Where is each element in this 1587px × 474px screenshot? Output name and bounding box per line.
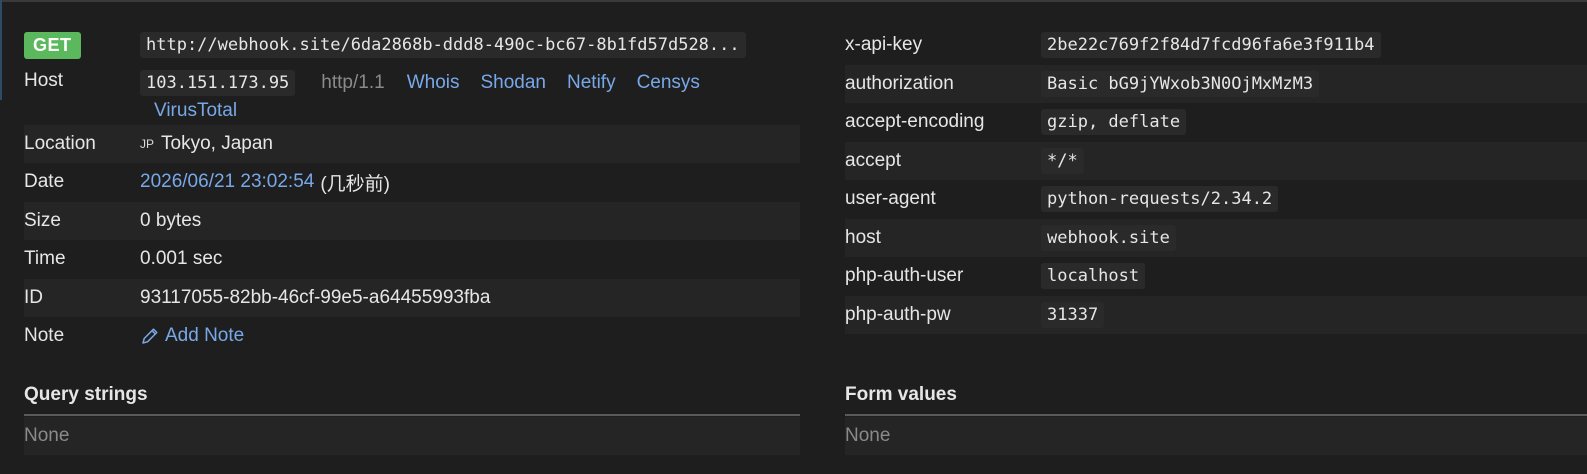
protocol: http/1.1 <box>321 71 385 93</box>
header-row: accept-encoding gzip, deflate <box>845 103 1587 142</box>
header-key: accept-encoding <box>845 111 985 133</box>
header-value[interactable]: */* <box>1041 147 1084 174</box>
header-row: host webhook.site <box>845 218 1587 257</box>
host-row: Host 103.151.173.95 http/1.1 Whois Shoda… <box>24 65 800 125</box>
time-row: Time 0.001 sec <box>24 240 800 279</box>
query-strings-none: None <box>24 425 70 446</box>
header-key: php-auth-pw <box>845 303 951 325</box>
header-row: accept */* <box>845 141 1587 180</box>
size-label: Size <box>24 209 61 231</box>
size-row: Size 0 bytes <box>24 201 800 240</box>
note-row: Note Add Note <box>24 317 800 356</box>
date-row: Date 2026/06/21 23:02:54 (几秒前) <box>24 163 800 202</box>
date-label: Date <box>24 171 65 193</box>
header-value[interactable]: webhook.site <box>1041 224 1176 251</box>
note-label: Note <box>24 325 65 347</box>
query-strings-section: Query strings None <box>24 384 800 455</box>
location-value: Tokyo, Japan <box>161 132 273 154</box>
header-value[interactable]: localhost <box>1041 263 1146 290</box>
id-row: ID 93117055-82bb-46cf-99e5-a64455993fba <box>24 278 800 317</box>
header-row: php-auth-user localhost <box>845 257 1587 296</box>
header-key: x-api-key <box>845 34 923 56</box>
location-row: Location JP Tokyo, Japan <box>24 124 800 163</box>
query-strings-title: Query strings <box>24 384 800 416</box>
date-relative: (几秒前) <box>320 173 390 195</box>
censys-link[interactable]: Censys <box>637 72 700 94</box>
header-value[interactable]: python-requests/2.34.2 <box>1041 186 1279 213</box>
location-label: Location <box>24 132 96 154</box>
method-cell: GET <box>24 31 140 59</box>
shodan-link[interactable]: Shodan <box>480 72 546 94</box>
pencil-icon <box>142 328 158 344</box>
form-values-none: None <box>845 425 891 446</box>
query-strings-empty: None <box>24 417 800 455</box>
header-value[interactable]: Basic bG9jYWxob3N0OjMxMzM3 <box>1041 70 1320 97</box>
add-note-label: Add Note <box>165 325 245 347</box>
header-value[interactable]: 31337 <box>1041 301 1105 328</box>
header-key: php-auth-user <box>845 265 964 287</box>
header-row: x-api-key 2be22c769f2f84d7fcd96fa6e3f911… <box>845 26 1587 65</box>
header-row: php-auth-pw 31337 <box>845 295 1587 334</box>
header-key: accept <box>845 149 901 171</box>
form-values-section: Form values None <box>845 384 1587 455</box>
time-value: 0.001 sec <box>140 248 223 270</box>
header-key: authorization <box>845 72 954 94</box>
top-border <box>0 0 1587 2</box>
request-details: GET http://webhook.site/6da2868b-ddd8-49… <box>24 26 800 356</box>
id-value: 93117055-82bb-46cf-99e5-a64455993fba <box>140 286 491 308</box>
header-value[interactable]: 2be22c769f2f84d7fcd96fa6e3f911b4 <box>1041 32 1381 59</box>
virustotal-link[interactable]: VirusTotal <box>154 100 237 122</box>
date-link[interactable]: 2026/06/21 23:02:54 <box>140 171 314 193</box>
header-row: user-agent python-requests/2.34.2 <box>845 180 1587 219</box>
request-line-row: GET http://webhook.site/6da2868b-ddd8-49… <box>24 26 800 65</box>
headers-table: x-api-key 2be22c769f2f84d7fcd96fa6e3f911… <box>845 26 1587 334</box>
header-key: host <box>845 226 881 248</box>
host-ip[interactable]: 103.151.173.95 <box>140 69 296 96</box>
whois-link[interactable]: Whois <box>407 72 460 94</box>
header-value[interactable]: gzip, deflate <box>1041 109 1187 136</box>
netify-link[interactable]: Netify <box>567 72 616 94</box>
flag-icon: JP <box>140 136 155 151</box>
host-label: Host <box>24 69 64 91</box>
request-url[interactable]: http://webhook.site/6da2868b-ddd8-490c-b… <box>140 32 746 59</box>
time-label: Time <box>24 248 66 270</box>
header-row: authorization Basic bG9jYWxob3N0OjMxMzM3 <box>845 64 1587 103</box>
size-value: 0 bytes <box>140 209 202 231</box>
add-note-button[interactable]: Add Note <box>140 325 244 347</box>
selection-indicator <box>0 0 2 100</box>
form-values-empty: None <box>845 417 1587 455</box>
method-badge: GET <box>24 31 81 59</box>
header-key: user-agent <box>845 188 936 210</box>
form-values-title: Form values <box>845 384 1587 416</box>
id-label: ID <box>24 286 43 308</box>
